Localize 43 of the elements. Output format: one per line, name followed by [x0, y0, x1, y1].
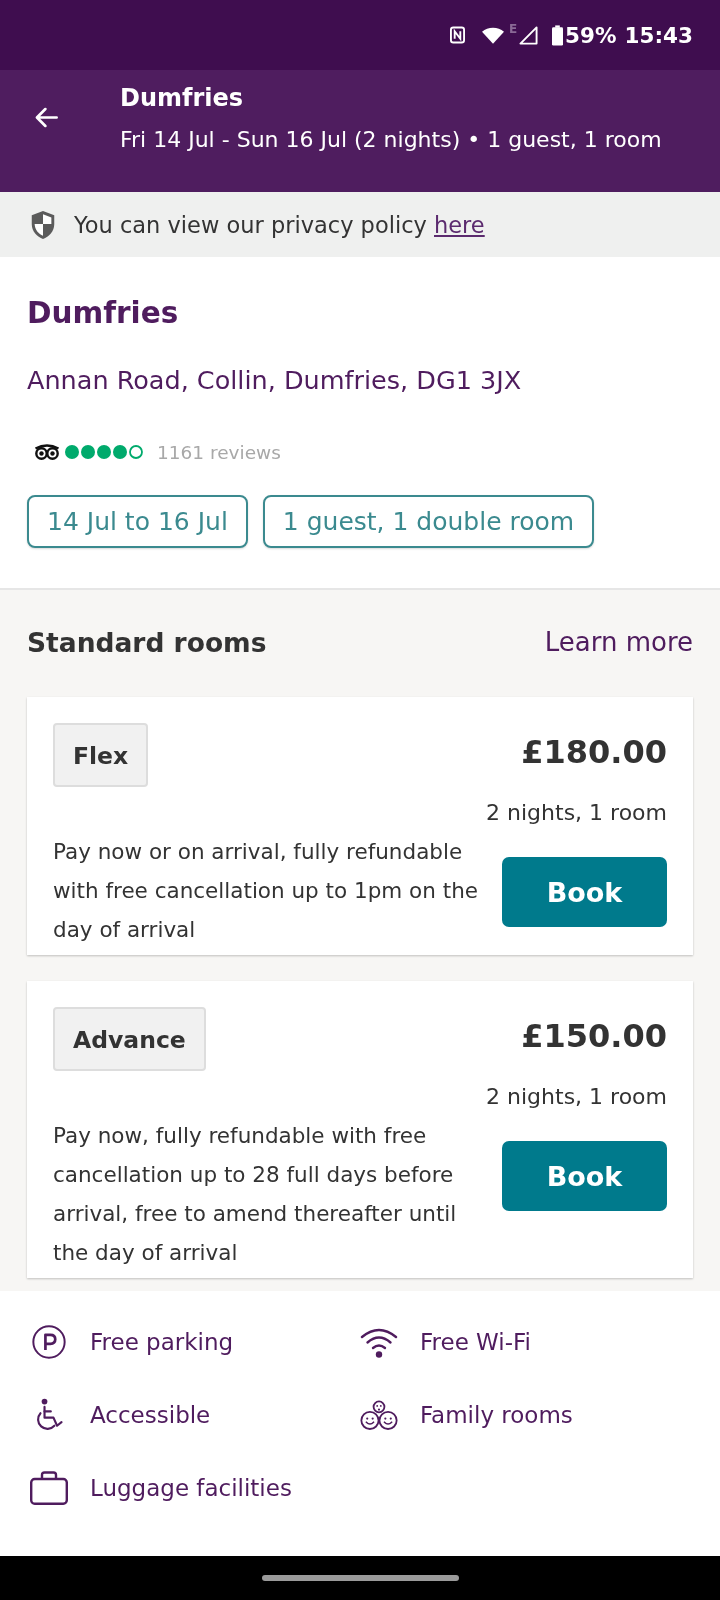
suitcase-icon — [30, 1471, 68, 1505]
nfc-icon — [449, 26, 465, 44]
hotel-name: Dumfries — [27, 295, 180, 331]
section-title: Standard rooms — [27, 626, 267, 658]
book-button[interactable]: Book — [502, 1141, 667, 1211]
wifi-signal-icon — [481, 26, 504, 44]
rating-circle-icon — [81, 445, 95, 459]
stay-duration: 2 nights, 1 room — [486, 1084, 667, 1110]
rate-type-badge: Flex — [53, 723, 149, 787]
rate-price: £180.00 — [520, 732, 667, 772]
header-subtitle: Fri 14 Jul - Sun 16 Jul (2 nights) • 1 guest, 1 room — [120, 126, 662, 154]
amenity-label: Free Wi-Fi — [420, 1329, 531, 1355]
book-button[interactable]: Book — [502, 857, 667, 927]
owl-logo-icon — [34, 444, 60, 460]
header-title: Dumfries — [120, 83, 245, 113]
learn-more-link[interactable]: Learn more — [544, 627, 693, 657]
rating-circle-icon — [129, 445, 143, 459]
rate-description: Pay now or on arrival, fully refundable with free cancellation up to 1pm on the day of arrival — [53, 838, 478, 944]
privacy-text: You can view our privacy policy here — [74, 211, 485, 238]
clock: 15:43 — [624, 22, 693, 48]
rating-circle-icon — [113, 445, 127, 459]
rate-type-badge: Advance — [53, 1007, 206, 1071]
network-type-label: E — [508, 22, 518, 36]
rating-circle-icon — [65, 445, 79, 459]
privacy-policy-link[interactable]: here — [434, 211, 485, 238]
amenity-label: Luggage facilities — [90, 1475, 292, 1501]
amenity-label: Family rooms — [420, 1402, 573, 1428]
rate-price: £150.00 — [520, 1016, 667, 1056]
rating-circle-icon — [97, 445, 111, 459]
shield-icon — [30, 209, 56, 240]
battery-percentage: 59% — [565, 22, 617, 48]
search-filter-chip[interactable]: 14 Jul to 16 Jul — [27, 495, 248, 548]
search-filter-chip[interactable]: 1 guest, 1 double room — [262, 495, 595, 548]
amenity-label: Accessible — [90, 1402, 211, 1428]
hotel-address: Annan Road, Collin, Dumfries, DG1 3JX — [27, 365, 523, 395]
battery-icon — [552, 24, 564, 46]
cell-signal-icon — [519, 25, 539, 45]
amenity-label: Free parking — [90, 1329, 234, 1355]
stay-duration: 2 nights, 1 room — [486, 800, 667, 826]
parking-icon — [30, 1325, 68, 1359]
smiling-faces-icon — [360, 1398, 398, 1432]
review-count: 1161 reviews — [157, 441, 281, 463]
rate-description: Pay now, fully refundable with free cancellation up to 28 full days before arrival, free to amend thereafter until the day of arrival — [53, 1122, 458, 1267]
